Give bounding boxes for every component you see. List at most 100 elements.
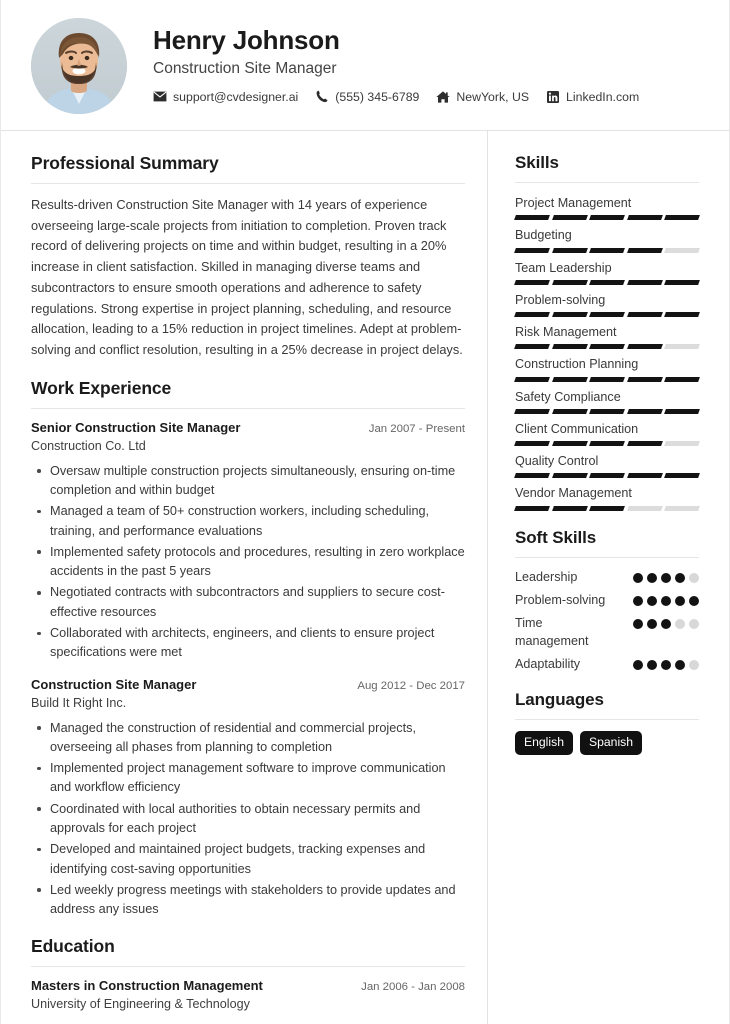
rating-dot [675,572,685,583]
rating-dot [675,595,685,606]
rating-dot [689,619,699,630]
skill-bar-segment [551,312,588,317]
skill-row: Vendor Management [514,484,700,511]
rating-dot [647,619,657,630]
soft-skill-row: Leadership [515,569,699,586]
skill-name: Quality Control [515,454,599,468]
contact-phone-text: (555) 345-6789 [335,89,420,104]
soft-skill-name: Leadership [515,569,578,584]
skill-bar-segment [589,408,625,414]
skill-row: Budgeting [514,226,700,253]
rating-dot [675,619,685,630]
skill-bar-segment [589,441,625,446]
experience-date: Jan 2007 - Present [368,422,465,435]
skill-name: Construction Planning [515,357,639,372]
skill-bar-segment [514,247,550,253]
full-name: Henry Johnson [153,25,340,56]
soft-skill-name: Adaptability [515,657,581,671]
contact-email-text: support@cvdesigner.ai [173,89,299,104]
skill-bar-segment [514,505,550,511]
experience-role: Senior Construction Site Manager [31,419,241,435]
section-heading-experience: Work Experience [31,378,465,409]
phone-icon [315,90,329,103]
skill-name: Project Management [515,196,632,210]
resume-body: Professional Summary Results-driven Cons… [1,131,729,1024]
experience-entry-header: Construction Site Manager Aug 2012 - Dec… [31,677,465,694]
skill-bar-segment [626,473,663,479]
section-heading-skills: Skills [515,153,699,183]
skill-bar-segment [514,473,550,479]
skill-bar-segment [551,215,588,221]
rating-dot [633,572,643,583]
skill-row: Safety Compliance [514,388,700,414]
skill-bar-segment [626,312,663,317]
education-entry: Masters in Construction Management Jan 2… [31,978,465,1024]
skill-bar-segment [514,279,550,285]
skill-bar-segment [664,441,700,446]
skill-bar-segment [551,376,588,382]
soft-skill-rating [633,656,699,670]
skill-row: Problem-solving [514,291,700,317]
skill-bar-segment [589,312,625,317]
skill-bar-segment [551,344,588,350]
skill-level-bar [514,473,700,479]
contact-phone[interactable]: (555) 345-6789 [315,90,419,104]
skill-bar-segment [551,505,588,511]
rating-dot [633,595,643,606]
skill-row: Project Management [514,194,700,221]
main-column: Professional Summary Results-driven Cons… [1,131,488,1024]
skill-row: Team Leadership [514,259,700,285]
summary-text: Results-driven Construction Site Manager… [31,197,463,358]
job-title: Construction Site Manager [153,60,337,78]
soft-skill-row: Adaptability [515,656,699,673]
home-icon [436,90,450,103]
skill-bar-segment [664,473,700,479]
skill-row: Risk Management [514,323,700,350]
education-date: Jan 2006 - Jan 2008 [361,981,465,994]
experience-org: Build It Right Inc. [31,695,127,710]
skill-bar-segment [589,376,625,382]
contact-email[interactable]: support@cvdesigner.ai [153,90,298,104]
skill-bar-segment [551,279,588,285]
skill-name: Team Leadership [515,260,612,275]
section-heading-soft-skills: Soft Skills [515,528,699,558]
skill-row: Construction Planning [514,355,700,382]
experience-entry: Senior Construction Site Manager Jan 200… [31,420,465,663]
rating-dot [661,572,671,583]
skill-bar-segment [589,473,625,479]
soft-skill-rating [633,615,699,630]
rating-dot [647,660,657,670]
skill-bar-segment [664,279,700,285]
experience-role: Construction Site Manager [31,676,197,692]
skill-bar-segment [551,441,588,446]
contact-linkedin[interactable]: LinkedIn.com [546,90,639,104]
skill-level-bar [514,408,700,414]
rating-dot [633,660,643,670]
skill-name: Budgeting [515,228,572,243]
skill-name: Safety Compliance [515,389,621,404]
language-pill: English [515,731,573,756]
skill-bar-segment [626,279,663,285]
soft-skill-name: Time management [515,616,589,648]
experience-entry-header: Senior Construction Site Manager Jan 200… [31,420,465,437]
list-item: Oversaw multiple construction projects s… [31,462,465,501]
skill-bar-segment [589,247,625,253]
skill-bar-segment [664,376,700,382]
section-heading-languages: Languages [515,690,699,721]
skill-row: Quality Control [514,452,700,479]
section-heading-education: Education [31,936,465,968]
skill-bar-segment [664,505,700,511]
skill-level-bar [514,344,700,350]
section-professional-summary: Professional Summary Results-driven Cons… [31,153,465,361]
education-entry-header: Masters in Construction Management Jan 2… [31,978,465,995]
resume-header: Henry Johnson Construction Site Manager … [1,0,729,131]
rating-dot [689,660,699,670]
rating-dot [675,660,685,670]
skill-name: Vendor Management [515,486,632,501]
skill-row: Client Communication [514,420,700,446]
soft-skill-rating [633,592,699,606]
list-item: Managed the construction of residential … [31,719,465,758]
list-item: Collaborated with architects, engineers,… [31,624,465,663]
rating-dot [689,572,699,583]
education-school: University of Engineering & Technology [31,997,250,1012]
